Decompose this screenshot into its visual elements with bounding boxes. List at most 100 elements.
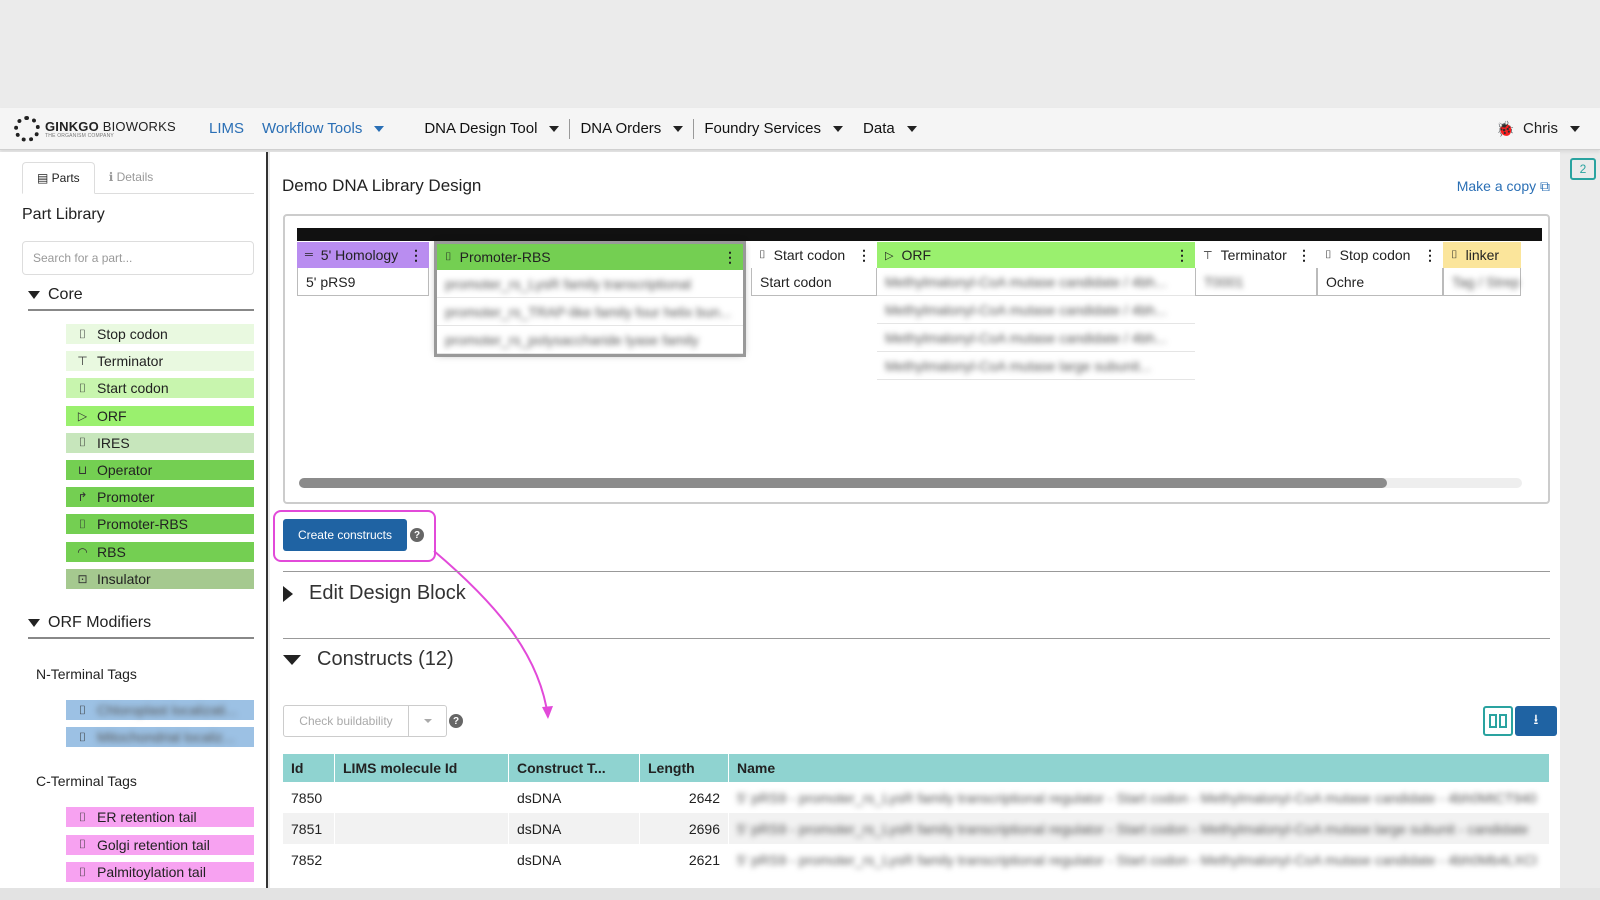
nav-lims[interactable]: LIMS (209, 120, 244, 137)
design-column-header[interactable]: ⌷ Stop codon ⋮ (1317, 242, 1443, 268)
design-column-header[interactable]: ⌷ linker (1443, 242, 1521, 268)
kebab-menu-icon[interactable]: ⋮ (409, 247, 423, 263)
col-header-name[interactable]: Name (729, 754, 1550, 782)
table-row[interactable]: 7851 dsDNA 2696 5' pRS9 - promoter_rs_LysR … (283, 813, 1550, 844)
tab-details[interactable]: ℹ Details (95, 162, 168, 193)
orf-arrow-icon: ▷ (885, 249, 894, 262)
nav-dna-design-tool[interactable]: DNA Design Tool (414, 120, 569, 137)
edit-design-block-toggle[interactable]: Edit Design Block (283, 582, 466, 605)
col-header-length[interactable]: Length (640, 754, 729, 782)
design-column-header[interactable]: ⌷ Start codon ⋮ (751, 242, 877, 268)
check-buildability-dropdown[interactable] (409, 705, 447, 737)
user-menu[interactable]: 🐞 Chris (1496, 120, 1580, 138)
design-cell[interactable]: Methylmalonyl-CoA mutase candidate / 4bh… (877, 268, 1195, 296)
notification-chat-icon[interactable]: 2 (1570, 158, 1596, 180)
column-title: Start codon (773, 247, 846, 263)
kebab-menu-icon[interactable]: ⋮ (1423, 247, 1437, 263)
kebab-menu-icon[interactable]: ⋮ (1297, 247, 1311, 263)
make-a-copy-link[interactable]: Make a copy ⧉ (1457, 178, 1550, 195)
ginkgo-logo[interactable]: GINKGO BIOWORKS THE ORGANISM COMPANY (14, 115, 209, 142)
part-item[interactable]: ⌷ Stop codon (66, 324, 254, 344)
part-item[interactable]: ⊔ Operator (66, 460, 254, 480)
part-item[interactable]: ⌷ Mitochondrial localiz... (66, 727, 254, 747)
nav-workflow-tools[interactable]: Workflow Tools (262, 120, 385, 137)
design-column[interactable]: ═ 5' Homology ⋮ 5' pRS9 (297, 242, 429, 296)
part-label: Start codon (97, 380, 169, 397)
kebab-menu-icon[interactable]: ⋮ (1175, 247, 1189, 263)
table-row[interactable]: 7850 dsDNA 2642 5' pRS9 - promoter_rs_LysR … (283, 782, 1550, 813)
kebab-menu-icon[interactable]: ⋮ (723, 249, 737, 265)
orf-modifiers-section-toggle[interactable]: ORF Modifiers (28, 614, 254, 639)
core-section-toggle[interactable]: Core (28, 286, 254, 311)
design-cell[interactable]: promoter_rs_polysaccharide lyase family (437, 326, 743, 354)
bug-icon[interactable]: 🐞 (1496, 120, 1515, 138)
cell-type: dsDNA (509, 813, 640, 844)
constructs-toggle[interactable]: Constructs (12) (283, 648, 454, 671)
design-column[interactable]: ⌷ Start codon ⋮ Start codon (751, 242, 877, 296)
design-cell[interactable]: promoter_rs_LysR family transcriptional (437, 270, 743, 298)
scrollbar-thumb[interactable] (299, 478, 1387, 488)
part-item[interactable]: ⌷ Chloroplast localizati... (66, 700, 254, 720)
cell-text: Methylmalonyl-CoA mutase candidate / 4bh… (885, 273, 1167, 290)
part-label: IRES (97, 434, 130, 451)
check-buildability-button[interactable]: Check buildability (283, 705, 409, 737)
table-row[interactable]: 7852 dsDNA 2621 5' pRS9 - promoter_rs_LysR … (283, 844, 1550, 875)
design-cell[interactable]: promoter_rs_TRAP-like family four helix … (437, 298, 743, 326)
design-cell[interactable]: Start codon (751, 268, 877, 296)
create-constructs-button[interactable]: Create constructs (283, 519, 407, 551)
design-column[interactable]: ⌷ Promoter-RBS ⋮ promoter_rs_LysR family tr… (437, 244, 743, 354)
tab-parts[interactable]: ▤ Parts (22, 162, 95, 194)
design-column[interactable]: ⌷ Stop codon ⋮ Ochre (1317, 242, 1443, 296)
part-item[interactable]: ⌷ Promoter-RBS (66, 514, 254, 535)
help-icon[interactable]: ? (449, 714, 463, 728)
nav-dna-orders[interactable]: DNA Orders (570, 120, 693, 137)
download-button[interactable]: ⭳ (1515, 706, 1557, 736)
part-item[interactable]: ⌷ Golgi retention tail (66, 834, 254, 855)
design-cell[interactable]: Methylmalonyl-CoA mutase candidate / 4bh… (877, 324, 1195, 352)
nav-foundry-services[interactable]: Foundry Services (694, 120, 853, 137)
design-cell[interactable]: Methylmalonyl-CoA mutase large subunit..… (877, 352, 1195, 380)
design-column-header[interactable]: ▷ ORF ⋮ (877, 242, 1195, 268)
part-item[interactable]: ⌷ IRES (66, 432, 254, 453)
design-cell[interactable]: Tag / Strep (1443, 268, 1521, 296)
col-header-lims[interactable]: LIMS molecule Id (335, 754, 509, 782)
constructs-table: Id LIMS molecule Id Construct T... Lengt… (283, 754, 1550, 875)
caret-down-icon (28, 291, 40, 299)
part-item[interactable]: ↱ Promoter (66, 487, 254, 508)
operator-icon: ⊔ (77, 463, 88, 477)
design-column[interactable]: ▷ ORF ⋮ Methylmalonyl-CoA mutase candidate … (877, 242, 1195, 380)
design-cell[interactable]: Methylmalonyl-CoA mutase candidate / 4bh… (877, 296, 1195, 324)
part-label: ORF (97, 407, 127, 424)
column-title: Promoter-RBS (459, 249, 551, 265)
divider (283, 571, 1550, 572)
page-title: Demo DNA Library Design (282, 176, 482, 195)
column-title: Stop codon (1339, 247, 1411, 263)
col-header-id[interactable]: Id (283, 754, 335, 782)
part-item[interactable]: ◠ RBS (66, 541, 254, 562)
kebab-menu-icon[interactable]: ⋮ (857, 247, 871, 263)
design-cell[interactable]: Ochre (1317, 268, 1443, 296)
part-item[interactable]: ⌷ ER retention tail (66, 807, 254, 827)
part-item[interactable]: ⊡ Insulator (66, 568, 254, 589)
design-column-header[interactable]: ⊤ Terminator ⋮ (1195, 242, 1317, 268)
col-header-type[interactable]: Construct T... (509, 754, 640, 782)
design-cell[interactable]: T0001 (1195, 268, 1317, 296)
design-column-header[interactable]: ═ 5' Homology ⋮ (297, 242, 429, 268)
part-item[interactable]: ⊤ Terminator (66, 351, 254, 372)
columns-view-button[interactable] (1483, 706, 1513, 736)
bracket-icon: ⌷ (78, 864, 87, 879)
design-column[interactable]: ⌷ linker Tag / Strep (1443, 242, 1521, 296)
help-icon[interactable]: ? (410, 528, 424, 542)
part-item[interactable]: ⌷ Start codon (66, 378, 254, 399)
cell-text: Methylmalonyl-CoA mutase candidate / 4bh… (885, 301, 1167, 318)
nav-data[interactable]: Data (853, 120, 927, 137)
design-cell[interactable]: 5' pRS9 (297, 268, 429, 296)
part-item[interactable]: ▷ ORF (66, 405, 254, 426)
part-label: Golgi retention tail (97, 836, 210, 853)
horizontal-scrollbar[interactable] (299, 478, 1522, 488)
part-item[interactable]: ⌷ Palmitoylation tail (66, 862, 254, 882)
column-title: linker (1465, 247, 1500, 263)
part-search-input[interactable] (22, 241, 254, 275)
design-column[interactable]: ⊤ Terminator ⋮ T0001 (1195, 242, 1317, 296)
design-column-header[interactable]: ⌷ Promoter-RBS ⋮ (437, 244, 743, 270)
